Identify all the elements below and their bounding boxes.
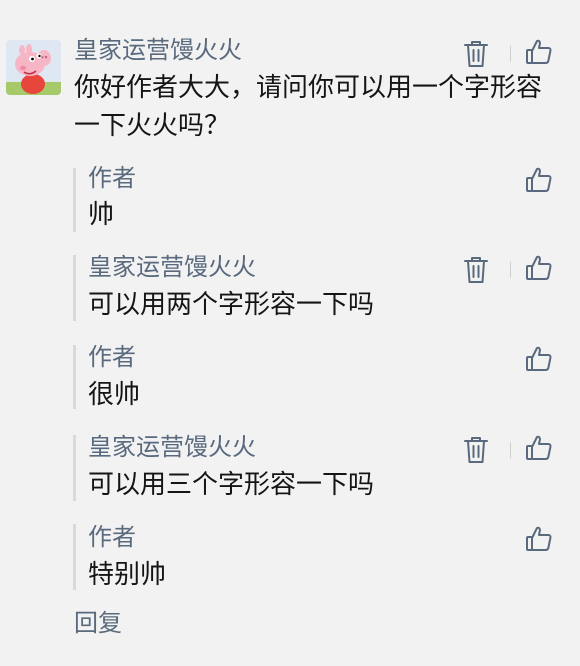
like-button[interactable] — [523, 343, 555, 375]
like-button[interactable] — [523, 36, 555, 68]
like-button[interactable] — [523, 432, 555, 464]
reply-author[interactable]: 皇家运营馒火火 — [88, 432, 256, 462]
thread-line — [73, 255, 76, 321]
thumbs-up-icon — [526, 346, 552, 371]
reply-text: 可以用三个字形容一下吗 — [88, 470, 375, 500]
action-divider — [510, 262, 511, 278]
reply-author[interactable]: 作者 — [88, 342, 136, 372]
reply-author[interactable]: 皇家运营馒火火 — [88, 252, 256, 282]
delete-button[interactable] — [460, 434, 492, 466]
trash-icon — [464, 257, 488, 283]
delete-button[interactable] — [460, 254, 492, 286]
thumbs-up-icon — [526, 167, 552, 192]
reply-button[interactable]: 回复 — [74, 607, 122, 639]
thumbs-up-icon — [526, 39, 552, 64]
like-button[interactable] — [523, 164, 555, 196]
comment-text: 你好作者大大，请问你可以用一个字形容一下火火吗？ — [74, 73, 543, 141]
thread-line — [73, 524, 76, 590]
reply-text: 帅 — [88, 200, 115, 230]
like-button[interactable] — [523, 523, 555, 555]
reply-author[interactable]: 作者 — [88, 522, 136, 552]
avatar[interactable] — [6, 40, 61, 95]
thumbs-up-icon — [526, 526, 552, 551]
like-button[interactable] — [523, 252, 555, 284]
thread-line — [73, 435, 76, 501]
reply-text: 特别帅 — [88, 560, 167, 590]
reply-text: 很帅 — [88, 380, 141, 410]
trash-icon — [464, 437, 488, 463]
action-divider — [510, 442, 511, 458]
thread-line — [73, 345, 76, 409]
thumbs-up-icon — [526, 255, 552, 280]
comment-author[interactable]: 皇家运营馒火火 — [74, 35, 242, 65]
reply-text: 可以用两个字形容一下吗 — [88, 290, 375, 320]
delete-button[interactable] — [460, 38, 492, 70]
trash-icon — [464, 41, 488, 67]
thread-line — [73, 168, 76, 232]
peppa-pig-icon — [6, 40, 61, 95]
action-divider — [510, 46, 511, 62]
reply-author[interactable]: 作者 — [88, 163, 136, 193]
thumbs-up-icon — [526, 435, 552, 460]
